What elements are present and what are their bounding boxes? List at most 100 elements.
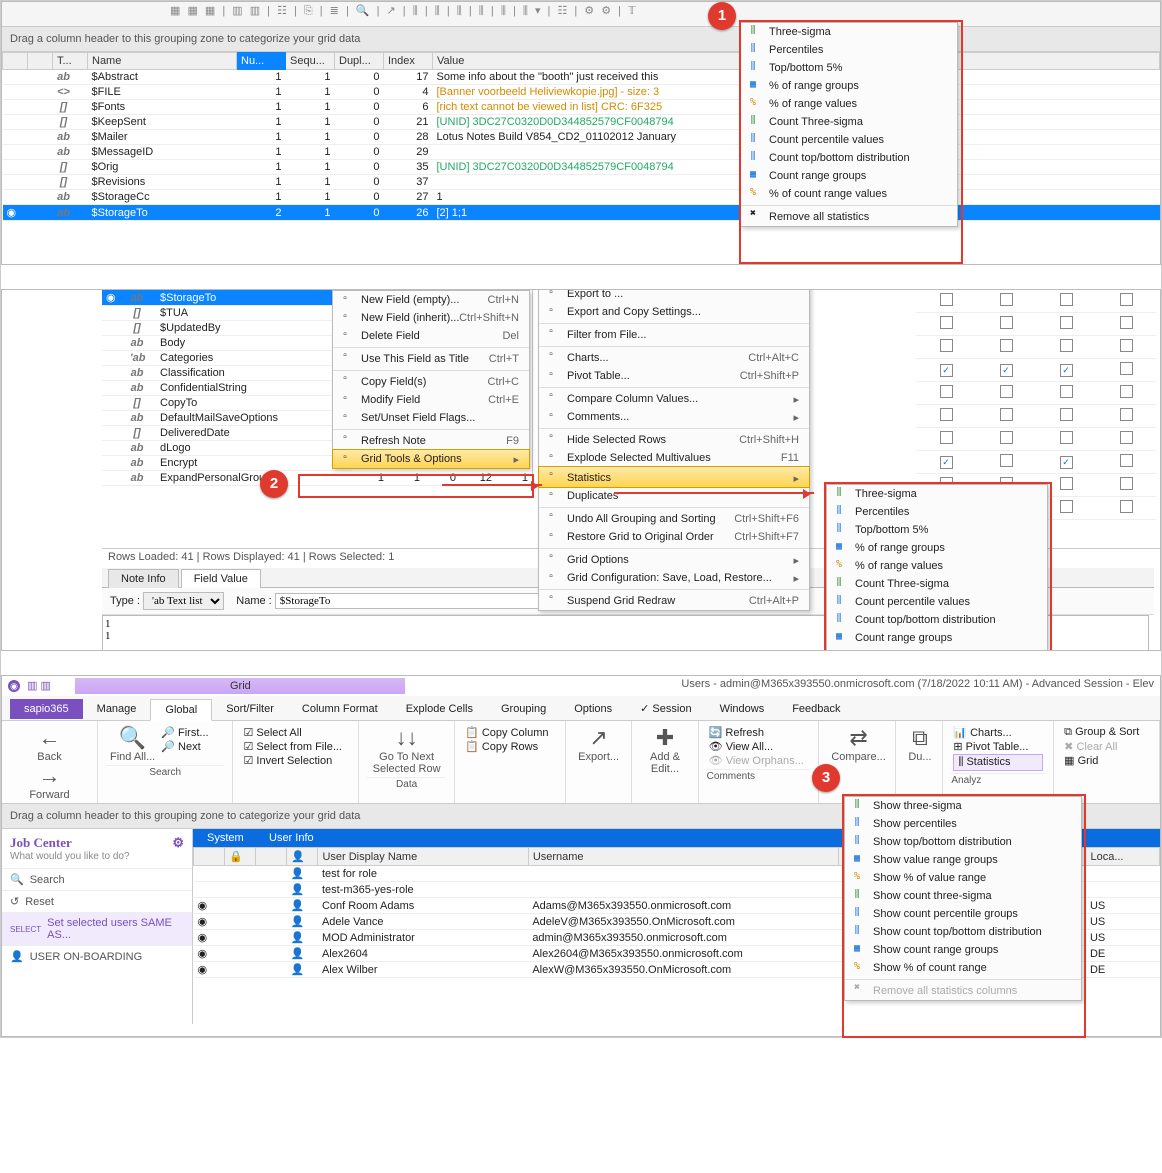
menu-item[interactable]: ▫Copy Field(s)Ctrl+C: [333, 370, 529, 391]
table-row[interactable]: [] $Revisions1 10 37: [3, 175, 1160, 190]
menu-item[interactable]: ▫Grid Tools & Options▸: [332, 449, 530, 469]
copy-column-button[interactable]: 📋 Copy Column: [465, 726, 555, 739]
select-from-file-button[interactable]: ☑ Select from File...: [243, 740, 348, 753]
menu-item[interactable]: ▫New Field (inherit)...Ctrl+Shift+N: [333, 309, 529, 327]
ribbon-tab[interactable]: sapio365: [10, 699, 83, 719]
ribbon-tab[interactable]: Manage: [83, 699, 151, 719]
job-reset[interactable]: ↺Reset: [2, 890, 192, 912]
export-button[interactable]: ↗Export...: [574, 725, 623, 763]
table-row[interactable]: ◉ab $StorageTo2 10 26[2] 1;1: [3, 205, 1160, 221]
stats-item[interactable]: ⫼Percentiles: [827, 503, 1047, 521]
select-all-button[interactable]: ☑ Select All: [243, 726, 348, 739]
menu-item[interactable]: ▫Explode Selected MultivaluesF11: [539, 449, 809, 467]
menu-item[interactable]: ▫Duplicates: [539, 487, 809, 505]
menu-item[interactable]: ▫Delete FieldDel: [333, 327, 529, 345]
stats-item[interactable]: ⫼Count percentile values: [827, 593, 1047, 611]
stats-item[interactable]: ⫼Count top/bottom distribution: [827, 611, 1047, 629]
stats-item[interactable]: %Show % of count range: [845, 959, 1081, 977]
col-header[interactable]: Sequ...: [286, 53, 335, 70]
table-row[interactable]: [] $Orig1 10 35[UNID] 3DC27C0320D0D34485…: [3, 160, 1160, 175]
ribbon-tab[interactable]: Sort/Filter: [212, 699, 288, 719]
col-header[interactable]: 👤: [287, 848, 318, 866]
group-sort-button[interactable]: ⧉ Group & Sort: [1064, 726, 1149, 739]
view-all-button[interactable]: 👁 View All...: [709, 740, 809, 753]
menu-item[interactable]: ▫Use This Field as TitleCtrl+T: [333, 347, 529, 368]
refresh-button[interactable]: 🔄 Refresh: [709, 726, 809, 739]
menu-item[interactable]: ▫Undo All Grouping and SortingCtrl+Shift…: [539, 507, 809, 528]
stats-item[interactable]: ⫼Show top/bottom distribution: [845, 833, 1081, 851]
invert-selection-button[interactable]: ☑ Invert Selection: [243, 754, 348, 767]
menu-item[interactable]: ▫Suspend Grid RedrawCtrl+Alt+P: [539, 589, 809, 610]
col-header[interactable]: 🔒: [225, 848, 256, 866]
menu-item[interactable]: ▫Set/Unset Field Flags...: [333, 409, 529, 427]
job-onboarding[interactable]: 👤USER ON-BOARDING: [2, 945, 192, 967]
pivot-button[interactable]: ⊞ Pivot Table...: [953, 740, 1043, 753]
job-set-same-as[interactable]: SELECTSet selected users SAME AS...: [2, 912, 192, 945]
col-header[interactable]: User Display Name: [318, 848, 528, 866]
table-row[interactable]: [] $KeepSent1 10 21[UNID] 3DC27C0320D0D3…: [3, 115, 1160, 130]
stats-item[interactable]: ⫼Top/bottom 5%: [827, 521, 1047, 539]
job-search[interactable]: 🔍Search: [2, 868, 192, 890]
duplicates-button[interactable]: ⧉Du...: [904, 725, 935, 763]
col-header[interactable]: [3, 53, 28, 70]
stats-item[interactable]: %% of range values: [741, 95, 957, 113]
stats-item[interactable]: ⫼Count Three-sigma: [741, 113, 957, 131]
ribbon-tab[interactable]: Column Format: [288, 699, 392, 719]
col-header[interactable]: Username: [528, 848, 838, 866]
table-row[interactable]: ab $Mailer1 10 28Lotus Notes Build V854_…: [3, 130, 1160, 145]
stats-item[interactable]: ▦Show value range groups: [845, 851, 1081, 869]
col-header[interactable]: Loca...: [1086, 848, 1160, 866]
menu-item[interactable]: ▫Pivot Table...Ctrl+Shift+P: [539, 367, 809, 385]
tab-field-value[interactable]: Field Value: [181, 569, 261, 588]
first-button[interactable]: 🔎 First...: [161, 726, 208, 739]
stats-item[interactable]: ⫼Show count percentile groups: [845, 905, 1081, 923]
col-header[interactable]: [28, 53, 53, 70]
menu-item[interactable]: ▫Filter from File...: [539, 323, 809, 344]
ribbon-tab[interactable]: Grouping: [487, 699, 560, 719]
ribbon-tab[interactable]: Windows: [706, 699, 779, 719]
menu-item[interactable]: ▫Compare Column Values...▸: [539, 387, 809, 408]
col-header[interactable]: [256, 848, 287, 866]
stats-item[interactable]: ⫼Three-sigma: [827, 485, 1047, 503]
col-header[interactable]: Nu...: [237, 53, 286, 70]
stats-item[interactable]: ▦Count range groups: [827, 629, 1047, 647]
table-row[interactable]: <> $FILE1 10 4[Banner voorbeeld Heliview…: [3, 85, 1160, 100]
menu-item[interactable]: ▫Comments...▸: [539, 408, 809, 426]
col-header[interactable]: Name: [88, 53, 237, 70]
stats-item[interactable]: ⫼Count top/bottom distribution: [741, 149, 957, 167]
menu-item[interactable]: ▫Refresh NoteF9: [333, 429, 529, 450]
next-button[interactable]: 🔎 Next: [161, 740, 208, 753]
menu-item[interactable]: ▫Modify FieldCtrl+E: [333, 391, 529, 409]
stats-item[interactable]: ⫼Count percentile values: [741, 131, 957, 149]
menu-item[interactable]: ▫Charts...Ctrl+Alt+C: [539, 346, 809, 367]
menu-item[interactable]: ▫Statistics▸: [538, 466, 810, 488]
ribbon-tab[interactable]: Feedback: [778, 699, 854, 719]
ribbon-tab[interactable]: Global: [150, 699, 212, 721]
col-header[interactable]: Dupl...: [335, 53, 384, 70]
stats-item[interactable]: %% of count range values: [741, 185, 957, 203]
grid-contextual-tab[interactable]: Grid: [75, 678, 405, 694]
stats-item[interactable]: ⫼Show three-sigma: [845, 797, 1081, 815]
gear-icon[interactable]: ⚙: [172, 835, 184, 851]
stats-item[interactable]: ⫼Top/bottom 5%: [741, 59, 957, 77]
stats-item[interactable]: ▦Count range groups: [741, 167, 957, 185]
view-orphans-button[interactable]: 👁 View Orphans...: [709, 754, 809, 767]
col-header[interactable]: T...: [53, 53, 88, 70]
back-button[interactable]: ←Back: [33, 725, 65, 763]
menu-item[interactable]: ▫Export and Copy Settings...: [539, 303, 809, 321]
ribbon-tab[interactable]: Explode Cells: [392, 699, 487, 719]
menu-item[interactable]: ▫Export to ...: [539, 289, 809, 303]
col-header[interactable]: Index: [384, 53, 433, 70]
col-header[interactable]: [194, 848, 225, 866]
menu-item[interactable]: ▫Grid Options▸: [539, 548, 809, 569]
stats-item[interactable]: ⫼Show count top/bottom distribution: [845, 923, 1081, 941]
copy-rows-button[interactable]: 📋 Copy Rows: [465, 740, 555, 753]
stats-item[interactable]: ✖Remove all statistics columns: [845, 979, 1081, 1000]
tab-note-info[interactable]: Note Info: [108, 569, 179, 588]
add-edit-button[interactable]: ✚Add & Edit...: [640, 725, 689, 775]
stats-item[interactable]: ▦Show count range groups: [845, 941, 1081, 959]
menu-item[interactable]: ▫Grid Configuration: Save, Load, Restore…: [539, 569, 809, 587]
table-row[interactable]: [] $Fonts1 10 6[rich text cannot be view…: [3, 100, 1160, 115]
forward-button[interactable]: →Forward: [25, 763, 73, 801]
goto-next-button[interactable]: ↓↓Go To Next Selected Row: [367, 725, 446, 775]
